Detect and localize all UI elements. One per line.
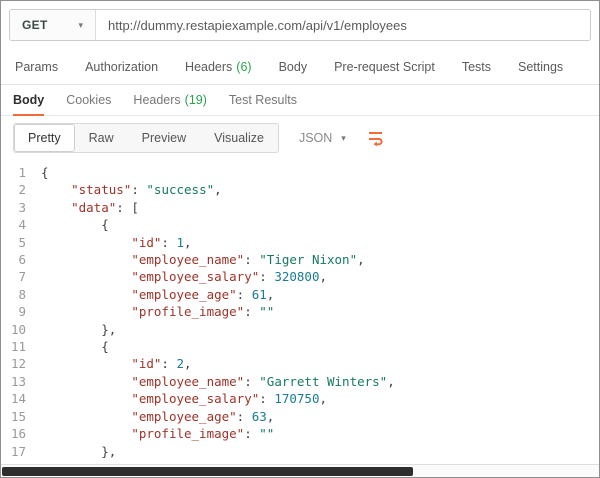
- scrollbar-thumb[interactable]: [2, 467, 413, 476]
- wrap-text-icon[interactable]: [366, 129, 385, 147]
- line-content: "employee_salary": 320800,: [41, 268, 327, 285]
- line-number: 16: [1, 425, 41, 442]
- response-tab-test-results[interactable]: Test Results: [229, 85, 297, 115]
- line-number: 8: [1, 286, 41, 303]
- request-tab-tests[interactable]: Tests: [462, 60, 491, 74]
- request-tab-headers[interactable]: Headers (6): [185, 60, 252, 74]
- request-tabs: Params Authorization Headers (6) Body Pre-req…: [1, 49, 599, 85]
- tab-label: Pre-request Script: [334, 60, 435, 74]
- line-number: 17: [1, 443, 41, 460]
- format-select-value: JSON: [299, 131, 332, 145]
- view-mode-visualize[interactable]: Visualize: [200, 124, 278, 152]
- line-number: 13: [1, 373, 41, 390]
- response-toolbar: PrettyRawPreviewVisualize JSON ▾: [1, 116, 599, 160]
- line-content: },: [41, 443, 116, 460]
- tab-count: (6): [236, 60, 251, 74]
- line-content: "employee_name": "Garrett Winters",: [41, 373, 395, 390]
- line-content: "employee_age": 61,: [41, 286, 274, 303]
- line-content: "employee_name": "Tiger Nixon",: [41, 251, 365, 268]
- tab-label: Body: [13, 93, 44, 107]
- line-number: 10: [1, 321, 41, 338]
- code-line: 11 {: [1, 338, 599, 355]
- response-tab-body[interactable]: Body: [13, 85, 44, 115]
- line-content: "profile_image": "": [41, 303, 274, 320]
- line-content: "employee_age": 63,: [41, 408, 274, 425]
- tab-label: Authorization: [85, 60, 158, 74]
- tab-label: Cookies: [66, 93, 111, 107]
- line-number: 15: [1, 408, 41, 425]
- code-line: 8 "employee_age": 61,: [1, 286, 599, 303]
- code-line: 9 "profile_image": "": [1, 303, 599, 320]
- view-mode-group: PrettyRawPreviewVisualize: [13, 123, 279, 153]
- postman-window: GET ▾ ParamsAuthorizationHeaders(6)BodyP…: [0, 0, 600, 478]
- response-tab-headers[interactable]: Headers (19): [133, 85, 206, 115]
- code-line: 13 "employee_name": "Garrett Winters",: [1, 373, 599, 390]
- tab-label: Headers: [185, 60, 232, 74]
- response-tab-cookies[interactable]: Cookies: [66, 85, 111, 115]
- request-tab-body[interactable]: Body: [279, 60, 308, 74]
- line-number: 12: [1, 355, 41, 372]
- url-input[interactable]: [96, 10, 590, 40]
- method-select[interactable]: GET ▾: [10, 10, 96, 40]
- line-content: "data": [: [41, 199, 139, 216]
- tab-label: Settings: [518, 60, 563, 74]
- line-number: 7: [1, 268, 41, 285]
- code-line: 10 },: [1, 321, 599, 338]
- line-number: 2: [1, 181, 41, 198]
- line-content: {: [41, 338, 109, 355]
- format-select[interactable]: JSON ▾: [299, 131, 346, 145]
- request-tab-settings[interactable]: Settings: [518, 60, 563, 74]
- line-content: "profile_image": "": [41, 425, 274, 442]
- line-number: 1: [1, 164, 41, 181]
- line-content: },: [41, 321, 116, 338]
- line-content: "id": 2,: [41, 355, 192, 372]
- tab-label: Test Results: [229, 93, 297, 107]
- line-content: "status": "success",: [41, 181, 222, 198]
- line-number: 5: [1, 234, 41, 251]
- code-line: 4 {: [1, 216, 599, 233]
- view-mode-raw[interactable]: Raw: [75, 124, 128, 152]
- method-label: GET: [22, 18, 48, 32]
- code-line: 15 "employee_age": 63,: [1, 408, 599, 425]
- code-line: 2 "status": "success",: [1, 181, 599, 198]
- code-line: 6 "employee_name": "Tiger Nixon",: [1, 251, 599, 268]
- chevron-down-icon: ▾: [78, 20, 83, 31]
- line-content: {: [41, 164, 49, 181]
- response-body-json: 1{2 "status": "success",3 "data": [4 {5 …: [1, 160, 599, 464]
- request-tab-authorization[interactable]: Authorization: [85, 60, 158, 74]
- request-tab-params[interactable]: Params: [15, 60, 58, 74]
- tab-label: Body: [279, 60, 308, 74]
- tab-label: Params: [15, 60, 58, 74]
- view-mode-preview[interactable]: Preview: [128, 124, 200, 152]
- code-line: 1{: [1, 164, 599, 181]
- line-content: {: [41, 216, 109, 233]
- line-number: 3: [1, 199, 41, 216]
- line-number: 4: [1, 216, 41, 233]
- chevron-down-icon: ▾: [341, 133, 346, 144]
- request-url-bar: GET ▾: [1, 1, 599, 49]
- code-line: 12 "id": 2,: [1, 355, 599, 372]
- line-content: "id": 1,: [41, 234, 192, 251]
- tab-label: Headers: [133, 93, 180, 107]
- line-number: 11: [1, 338, 41, 355]
- line-number: 14: [1, 390, 41, 407]
- tab-label: Tests: [462, 60, 491, 74]
- response-tabs: Body Cookies Headers (19) Test Results: [1, 85, 599, 116]
- line-number: 9: [1, 303, 41, 320]
- code-line: 17 },: [1, 443, 599, 460]
- line-content: "employee_salary": 170750,: [41, 390, 327, 407]
- code-line: 16 "profile_image": "": [1, 425, 599, 442]
- horizontal-scrollbar[interactable]: [1, 464, 599, 477]
- line-number: 6: [1, 251, 41, 268]
- code-line: 5 "id": 1,: [1, 234, 599, 251]
- url-control: GET ▾: [9, 9, 591, 41]
- tab-count: (19): [185, 93, 207, 107]
- code-line: 14 "employee_salary": 170750,: [1, 390, 599, 407]
- request-tab-pre-request-script[interactable]: Pre-request Script: [334, 60, 435, 74]
- code-line: 7 "employee_salary": 320800,: [1, 268, 599, 285]
- view-mode-pretty[interactable]: Pretty: [14, 124, 75, 152]
- code-line: 3 "data": [: [1, 199, 599, 216]
